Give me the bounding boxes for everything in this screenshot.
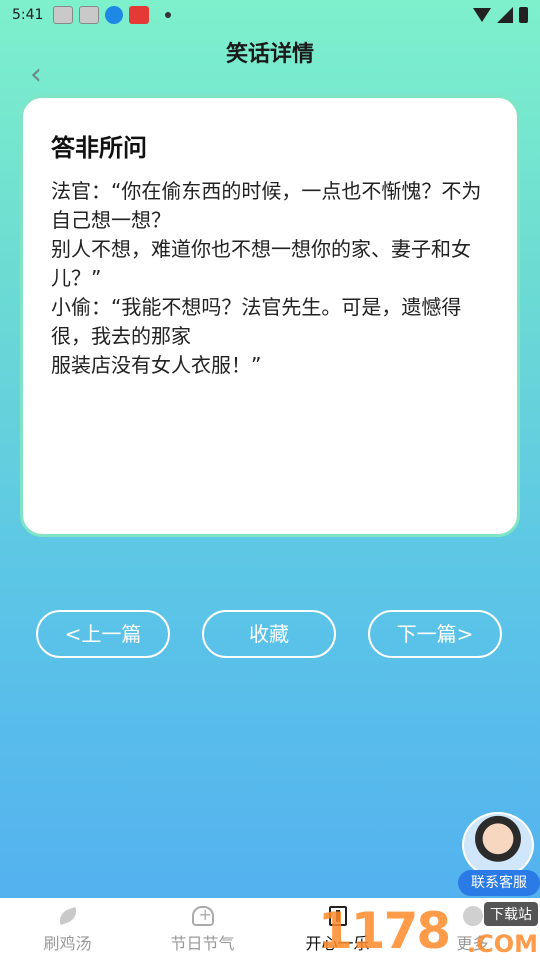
chevron-left-icon: ‹ [30,57,42,92]
nav-item-soup[interactable]: 刷鸡汤 [0,898,135,960]
nav-item-festivals[interactable]: 节日节气 [135,898,270,960]
signal-icon [497,7,513,23]
leaf-icon [55,904,81,928]
action-buttons: <上一篇 收藏 下一篇> [0,610,540,660]
nav-item-label: 节日节气 [170,934,235,953]
more-notifications-icon [165,12,172,18]
next-joke-button[interactable]: 下一篇> [368,610,502,658]
favorite-button[interactable]: 收藏 [202,610,336,658]
customer-service-button[interactable]: 联系客服 [458,812,540,898]
app-notification-icon [129,6,150,24]
battery-icon [519,7,528,23]
page-title: 笑话详情 [225,42,314,67]
watermark-number: 1178 [318,902,451,960]
status-indicators [473,7,528,23]
joke-body: 法官：“你在偷东西的时候，一点也不惭愧？不为自己想一想？ 别人不想，难道你也不想… [51,179,482,377]
watermark-tag: 下载站 [484,902,538,926]
service-avatar [462,812,534,878]
joke-card: 答非所问 法官：“你在偷东西的时候，一点也不惭愧？不为自己想一想？ 别人不想，难… [20,95,520,537]
app-notification-icon [79,6,100,24]
header: 笑话详情 ‹ [0,30,540,90]
service-label: 联系客服 [458,870,540,896]
prev-joke-button[interactable]: <上一篇 [36,610,170,658]
site-watermark: 1178 下载站 .COM [318,900,540,960]
heart-plus-icon [190,904,216,928]
back-button[interactable]: ‹ [30,60,54,90]
joke-title: 答非所问 [51,134,147,162]
download-icon [105,6,124,24]
nav-item-label: 刷鸡汤 [43,934,92,953]
app-notification-icon [53,6,74,24]
status-bar: 5:41 [0,0,540,30]
wifi-icon [473,8,491,22]
status-time: 5:41 [12,7,44,23]
watermark-domain: .COM [466,930,538,958]
